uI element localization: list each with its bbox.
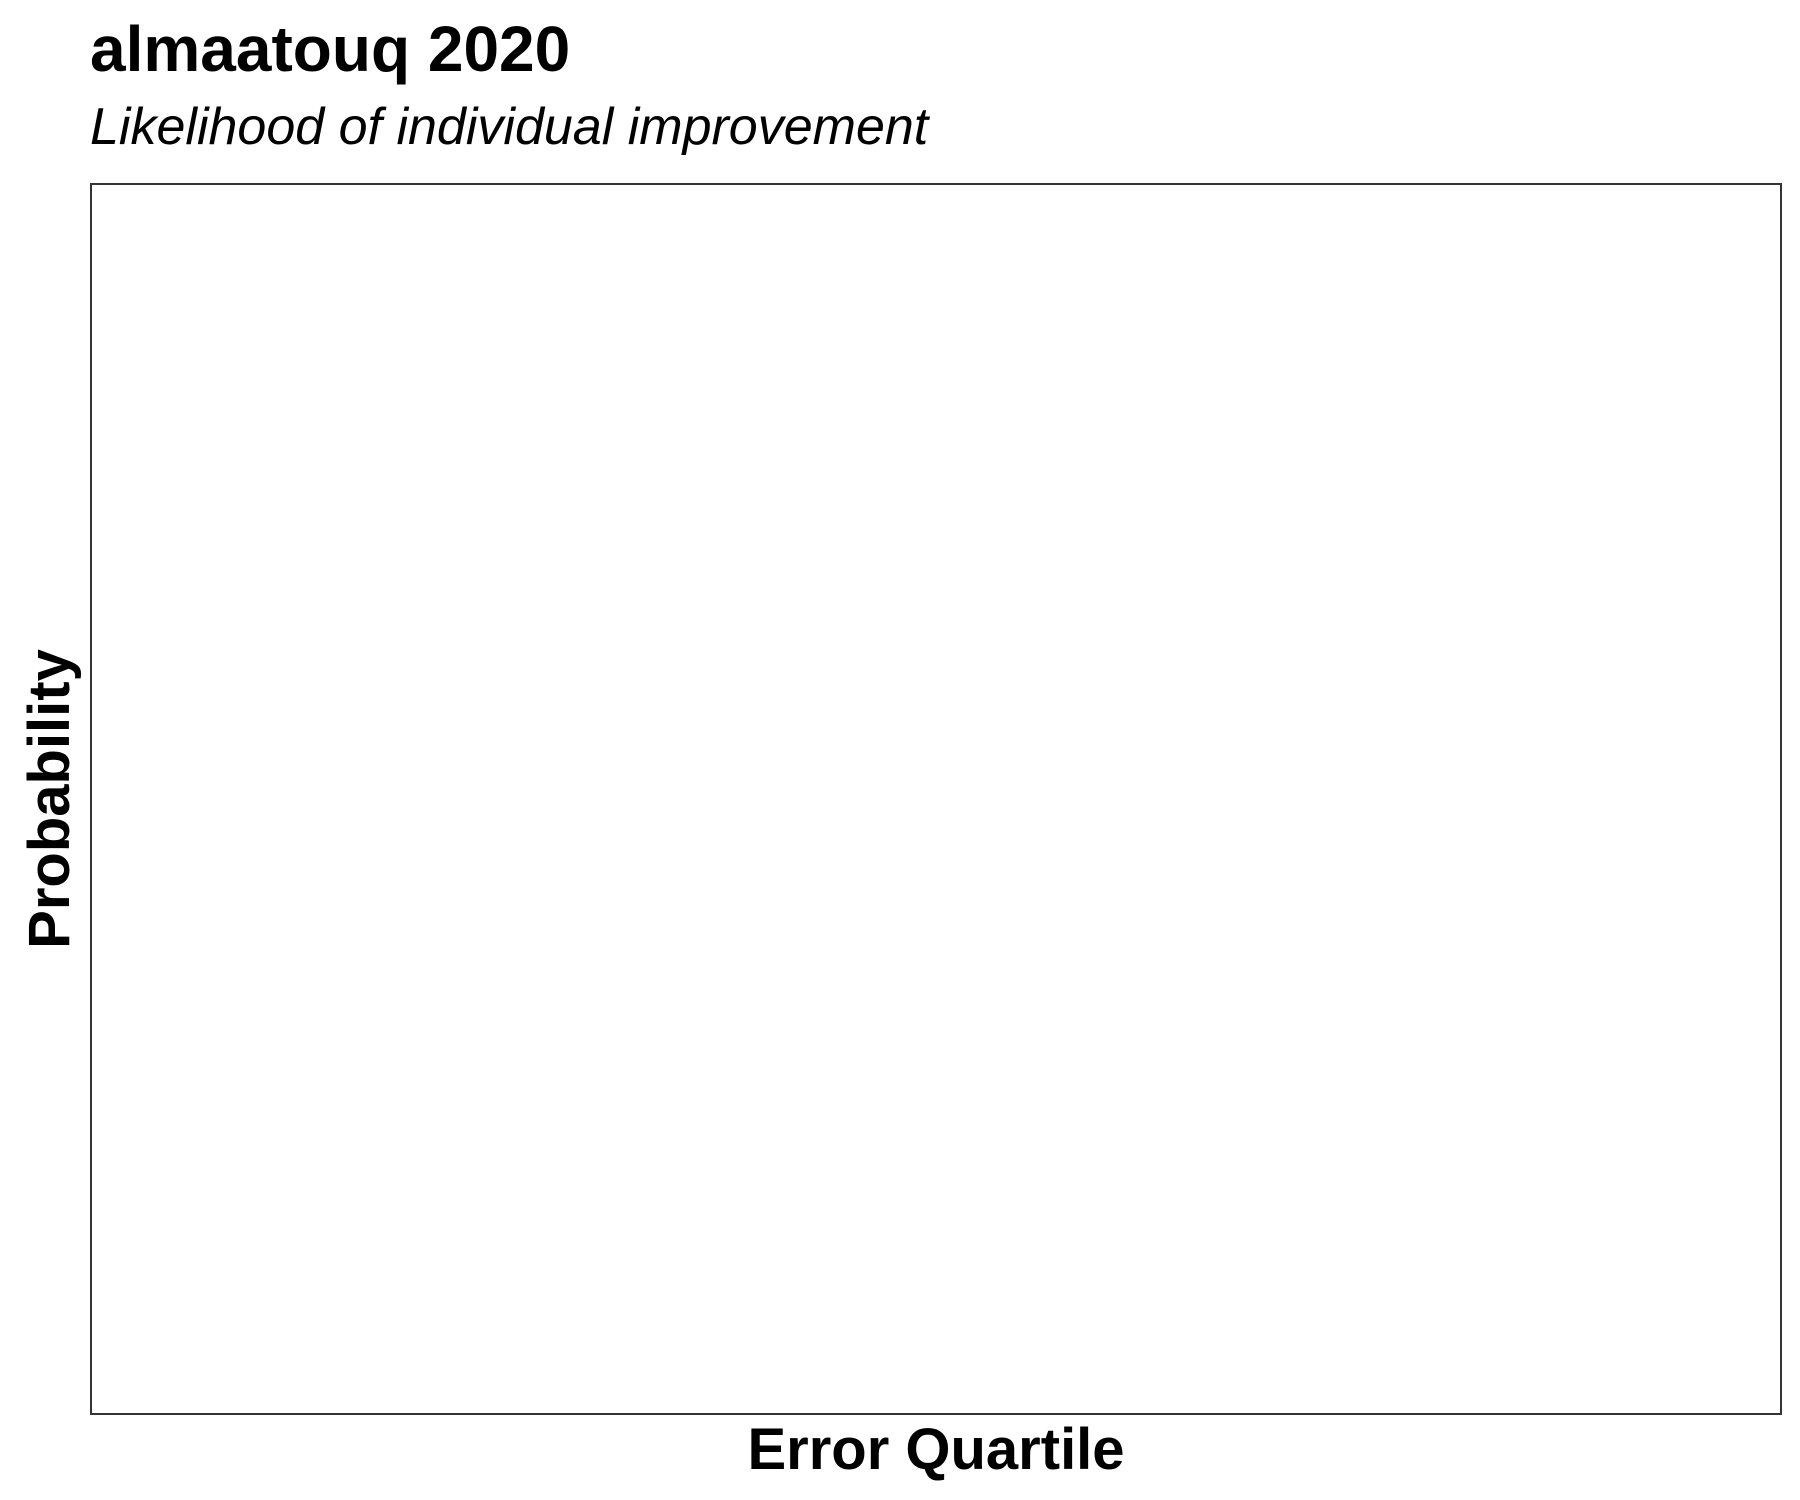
chart-title: almaatouq 2020 bbox=[90, 13, 571, 85]
y-axis-label: Probability bbox=[17, 649, 82, 949]
plot-area bbox=[92, 185, 1780, 1413]
x-axis-label: Error Quartile bbox=[747, 1417, 1125, 1482]
plot-panel bbox=[90, 183, 1782, 1415]
chart-subtitle: Likelihood of individual improvement bbox=[90, 98, 929, 156]
